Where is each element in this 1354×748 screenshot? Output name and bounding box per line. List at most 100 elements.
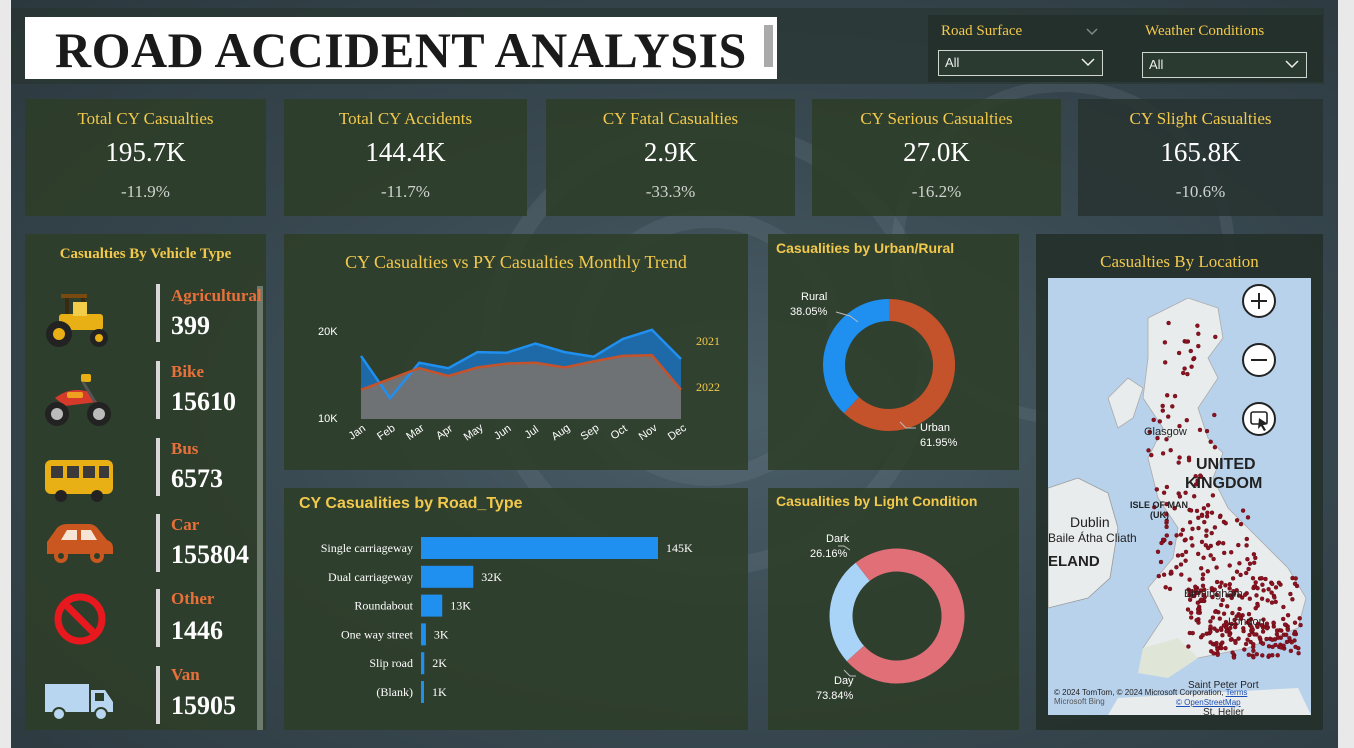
weather-label: Weather Conditions (1145, 23, 1265, 39)
slice-value: 38.05% (790, 306, 828, 318)
location-dot (1160, 408, 1166, 413)
plus-icon (1251, 293, 1267, 309)
location-dot (1189, 536, 1194, 541)
location-dot (1236, 542, 1241, 548)
location-dot (1168, 540, 1173, 546)
location-dot (1257, 635, 1262, 640)
uk-map[interactable]: Glasgow UNITED KINGDOM ISLE OF MAN (UK) … (1048, 278, 1311, 715)
location-dot (1187, 520, 1193, 525)
category-label: Slip road (369, 656, 413, 670)
zoom-out-button[interactable] (1242, 343, 1276, 377)
kpi-title: CY Serious Casualties (860, 109, 1013, 128)
location-dot (1251, 642, 1256, 647)
vehicle-name: Van (171, 665, 200, 684)
location-dot (1157, 419, 1163, 424)
location-dot (1200, 572, 1206, 577)
location-dot (1201, 555, 1206, 560)
bing-logo: Microsoft Bing (1054, 697, 1105, 706)
location-dot (1245, 557, 1250, 562)
location-dot (1251, 648, 1256, 653)
x-tick-label: Dec (666, 422, 689, 443)
location-dot (1210, 615, 1216, 620)
location-dot (1255, 586, 1260, 591)
y-tick-label: 20K (318, 326, 338, 338)
location-dot (1176, 350, 1182, 356)
location-dot (1237, 606, 1242, 612)
map-label-iom: ISLE OF MAN (1130, 500, 1188, 510)
location-dot (1292, 620, 1298, 625)
x-tick-label: Feb (375, 422, 397, 443)
bar (421, 623, 426, 646)
location-dot (1251, 560, 1257, 565)
location-dot (1196, 331, 1201, 336)
location-dot (1149, 452, 1154, 458)
location-dot (1281, 604, 1286, 610)
location-dot (1270, 637, 1275, 642)
location-dot (1244, 536, 1250, 542)
location-dot (1234, 569, 1240, 574)
kpi-change: -11.9% (121, 182, 170, 201)
location-dot (1186, 457, 1192, 463)
map-label-birmingham: Birmingham (1184, 588, 1243, 600)
location-dot (1154, 487, 1160, 492)
chevron-down-icon[interactable] (1085, 27, 1099, 37)
location-dot (1260, 582, 1265, 587)
bar (421, 594, 443, 617)
location-dot (1212, 412, 1217, 418)
location-dot (1158, 559, 1164, 565)
prohibited-icon (54, 593, 106, 645)
location-dot (1217, 616, 1223, 621)
location-dot (1195, 610, 1201, 615)
location-dot (1245, 515, 1251, 520)
vehicle-name: Car (171, 515, 200, 534)
terms-link[interactable]: Terms (1226, 688, 1248, 697)
location-dot (1220, 640, 1225, 645)
vehicle-divider (156, 361, 160, 419)
location-dot (1187, 577, 1192, 582)
location-dot (1205, 569, 1211, 574)
trend-chart: 20K 10K 2021 2022 Jan Feb Mar Apr May Jun Jul A… (318, 326, 720, 443)
road-surface-select[interactable]: All (938, 50, 1103, 76)
map-label-glasgow: Glasgow (1144, 426, 1187, 438)
location-dot (1254, 593, 1259, 598)
urban-rural-panel: Casualities by Urban/Rural Rural 38.05% … (768, 234, 1019, 470)
osm-link[interactable]: © OpenStreetMap (1176, 698, 1241, 707)
car-icon (47, 524, 113, 563)
location-dot (1164, 484, 1170, 490)
vehicle-divider (156, 284, 160, 342)
location-dot (1238, 521, 1244, 527)
weather-value: All (1149, 57, 1164, 72)
kpi-change: -16.2% (911, 182, 962, 201)
x-tick-label: Mar (404, 422, 427, 443)
location-dot (1205, 545, 1211, 551)
location-dot (1290, 597, 1295, 602)
kpi-change: -10.6% (1175, 182, 1226, 201)
select-area-button[interactable] (1242, 402, 1276, 436)
dashboard-canvas: ROAD ACCIDENT ANALYSIS Road Surface All … (11, 0, 1338, 748)
location-dot (1231, 655, 1237, 660)
location-dot (1160, 537, 1166, 542)
location-dot (1255, 603, 1260, 608)
py-series-area (361, 355, 681, 419)
kpi-card-total-casualties: Total CY Casualties 195.7K -11.9% (25, 99, 266, 216)
location-dot (1223, 520, 1228, 526)
location-dot (1224, 604, 1230, 609)
location-dot (1230, 576, 1236, 581)
scrollbar[interactable] (257, 286, 263, 730)
vehicle-value: 155804 (171, 540, 249, 569)
weather-select[interactable]: All (1142, 52, 1307, 78)
donut-slice (823, 299, 890, 414)
location-dot (1172, 393, 1178, 399)
location-dot (1220, 633, 1225, 638)
location-dot (1266, 653, 1272, 658)
location-dot (1280, 616, 1286, 622)
location-dot (1208, 619, 1213, 624)
vehicle-divider (156, 666, 160, 724)
kpi-card-fatal: CY Fatal Casualties 2.9K -33.3% (546, 99, 795, 216)
location-dot (1178, 562, 1184, 567)
map-label-iom-uk: (UK) (1150, 510, 1169, 520)
bar-value-label: 2K (432, 656, 447, 670)
location-dot (1237, 561, 1242, 566)
location-dot (1208, 439, 1213, 445)
zoom-in-button[interactable] (1242, 284, 1276, 318)
